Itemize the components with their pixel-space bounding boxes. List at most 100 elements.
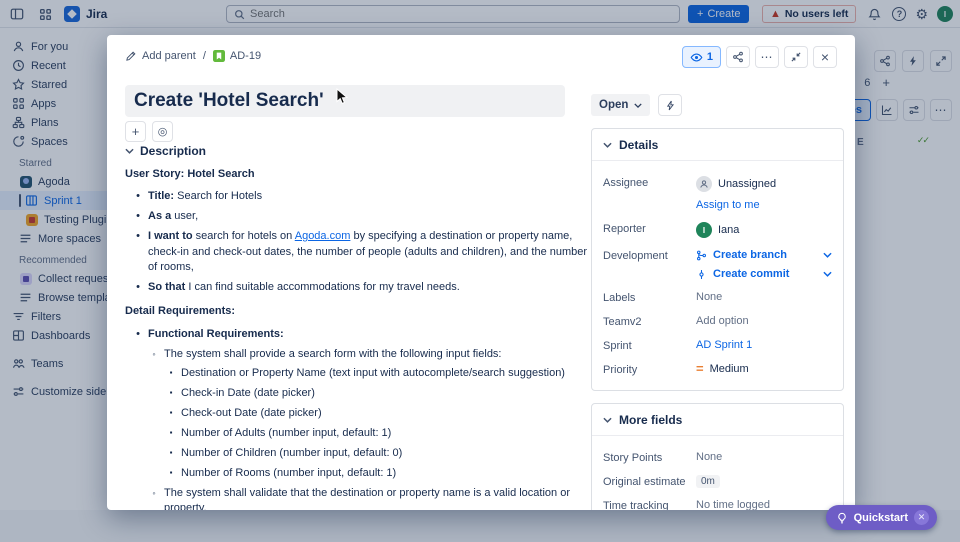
status-dropdown[interactable]: Open (591, 94, 651, 116)
description-list-item: ▪ Destination or Property Name (text inpu… (125, 366, 588, 381)
more-fields-panel: More fields Story Points None Original e… (591, 403, 844, 510)
time-tracking-value[interactable]: No time logged (696, 499, 832, 510)
agoda-link[interactable]: Agoda.com (295, 230, 351, 242)
labels-value[interactable]: None (696, 291, 832, 303)
description-section-header[interactable]: Description (125, 144, 588, 158)
field-priority: Priority = Medium (603, 360, 832, 376)
description-list-item: • So that I can find suitable accommodati… (125, 280, 588, 295)
description-list-item-text: The system shall provide a search form w… (164, 347, 502, 360)
teamv2-value[interactable]: Add option (696, 315, 832, 327)
issue-sidebar: Open Details Assignee Unassigned Assign … (591, 94, 844, 510)
field-reporter: Reporter I Iana (603, 222, 832, 238)
field-teamv2: Teamv2 Add option (603, 315, 832, 328)
description-list-item: ▪ Number of Children (number input, defau… (125, 446, 588, 461)
details-panel: Details Assignee Unassigned Assign to me (591, 128, 844, 391)
field-assignee: Assignee Unassigned Assign to me (603, 176, 832, 211)
bullet-icon: • (136, 327, 140, 340)
bullet-icon: • (136, 280, 140, 293)
more-actions-icon[interactable]: ⋯ (755, 46, 779, 68)
add-parent-button[interactable]: Add parent (125, 50, 196, 62)
bullet-icon: ◦ (152, 487, 156, 498)
watchers-count: 1 (706, 51, 713, 63)
chevron-down-icon[interactable] (823, 252, 832, 258)
story-type-icon (212, 50, 225, 62)
description-list-item-text: Check-in Date (date picker) (181, 387, 315, 400)
commit-icon (699, 269, 704, 279)
priority-medium-icon: = (696, 360, 704, 376)
field-labels: Labels None (603, 291, 832, 304)
chevron-down-icon (603, 142, 612, 148)
breadcrumb-separator: / (202, 50, 206, 62)
field-sprint: Sprint AD Sprint 1 (603, 339, 832, 352)
bullet-icon: • (136, 210, 140, 223)
close-icon[interactable]: × (813, 46, 837, 68)
bullet-icon: ▪ (169, 408, 173, 418)
description-list-item: ▪ Check-in Date (date picker) (125, 386, 588, 401)
description-list-item-text: I want to search for hotels on Agoda.com… (148, 230, 588, 273)
story-points-value[interactable]: None (696, 451, 832, 463)
reporter-value[interactable]: I Iana (696, 222, 832, 238)
description-list-item: ▪ Number of Rooms (number input, default:… (125, 466, 588, 481)
sprint-link[interactable]: AD Sprint 1 (696, 339, 832, 351)
more-fields-panel-header[interactable]: More fields (592, 404, 843, 436)
automation-lightning-icon[interactable] (658, 94, 683, 116)
description-list-item-text: Functional Requirements: (148, 327, 284, 340)
priority-value[interactable]: = Medium (696, 360, 832, 376)
chevron-down-icon[interactable] (823, 271, 832, 277)
description-heading: Description (140, 144, 207, 158)
description-list-item: ▪ Number of Adults (number input, default… (125, 426, 588, 441)
lightbulb-icon (836, 512, 848, 524)
collapse-modal-icon[interactable] (784, 46, 808, 68)
unassigned-avatar-icon (696, 176, 712, 192)
assign-to-me-link[interactable]: Assign to me (696, 199, 832, 211)
description-list-item: • Functional Requirements: (125, 327, 588, 342)
issue-key-link[interactable]: AD-19 (212, 50, 261, 62)
description-list-item-text: As a user, (148, 210, 199, 223)
bullet-icon: ▪ (169, 467, 173, 477)
description-paragraph: Detail Requirements: (125, 305, 236, 318)
modal-controls: 1 ⋯ × (681, 46, 837, 68)
description-list-item-text: Number of Children (number input, defaul… (181, 446, 403, 459)
quickstart-button[interactable]: Quickstart ✕ (825, 505, 937, 530)
description-list-item: ◦ The system shall validate that the dest… (125, 486, 588, 510)
field-original-estimate: Original estimate 0m (603, 475, 832, 488)
field-story-points: Story Points None (603, 451, 832, 464)
issue-title[interactable]: Create 'Hotel Search' (125, 85, 565, 117)
original-estimate-value[interactable]: 0m (696, 475, 720, 488)
create-branch-link[interactable]: Create branch (696, 249, 787, 261)
description-list-item-text: Check-out Date (date picker) (181, 407, 322, 420)
description-list-item: ◦ The system shall provide a search form … (125, 347, 588, 362)
bullet-icon: ▪ (169, 447, 173, 457)
description-list-item: • Title: Search for Hotels (125, 189, 588, 204)
description-list-item: • As a user, (125, 209, 588, 224)
description-list-item-text: Number of Adults (number input, default:… (181, 427, 392, 440)
reporter-avatar: I (696, 222, 712, 238)
breadcrumb: Add parent / AD-19 (125, 50, 261, 62)
bullet-icon: • (136, 230, 140, 243)
chevron-down-icon (603, 417, 612, 423)
chevron-down-icon (634, 102, 643, 108)
field-development: Development Create branch Create commit (603, 249, 832, 280)
quickstart-close-icon[interactable]: ✕ (914, 510, 929, 525)
bullet-icon: ◦ (152, 348, 156, 359)
issue-body: Description User Story: Hotel Search • Tit… (125, 139, 588, 510)
assignee-value[interactable]: Unassigned (696, 176, 832, 192)
description-list-item: ▪ Check-out Date (date picker) (125, 406, 588, 421)
issue-detail-modal: Add parent / AD-19 1 ⋯ × Create 'Hotel S… (107, 35, 855, 510)
bullet-icon: ▪ (169, 368, 173, 378)
description-list-item-text: So that I can find suitable accommodatio… (148, 280, 460, 293)
description-list-item: • I want to search for hotels on Agoda.co… (125, 229, 588, 275)
description-list-item-text: Title: Search for Hotels (148, 190, 263, 203)
bullet-icon: ▪ (169, 388, 173, 398)
description-paragraph: User Story: Hotel Search (125, 168, 255, 180)
field-time-tracking: Time tracking No time logged (603, 499, 832, 510)
details-panel-header[interactable]: Details (592, 129, 843, 161)
bullet-icon: • (136, 190, 140, 203)
pencil-icon (125, 50, 137, 62)
eye-icon (690, 51, 703, 64)
description-content[interactable]: User Story: Hotel Search • Title: Search f… (125, 167, 588, 510)
create-commit-link[interactable]: Create commit (696, 268, 789, 280)
share-icon[interactable] (726, 46, 750, 68)
watch-button[interactable]: 1 (681, 46, 721, 68)
description-list-item-text: Destination or Property Name (text input… (181, 367, 565, 380)
